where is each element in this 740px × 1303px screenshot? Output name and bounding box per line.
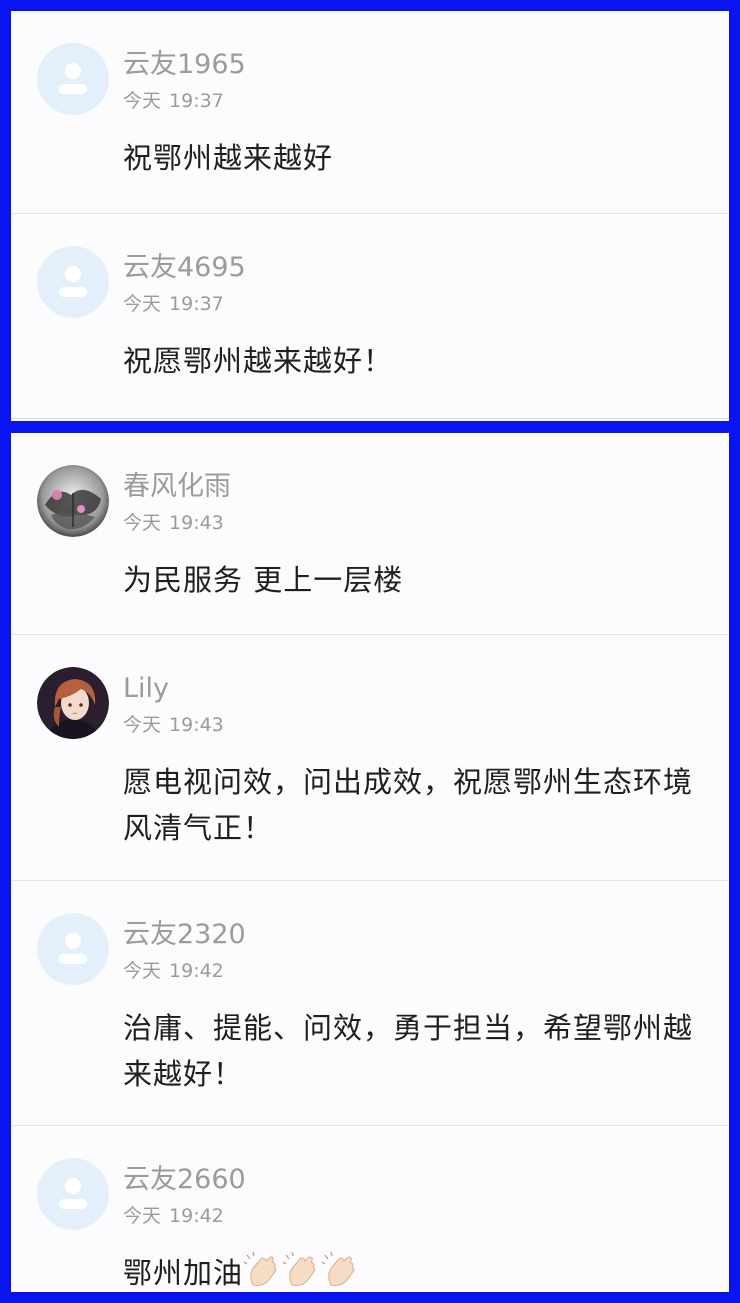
comment-item: 云友2320 今天 19:42 治庸、提能、问效，勇于担当，希望鄂州越来越好！ bbox=[11, 881, 729, 1126]
default-avatar-icon[interactable] bbox=[37, 246, 109, 318]
comment-timestamp: 今天 19:43 bbox=[123, 714, 224, 736]
comment-timestamp: 今天 19:42 bbox=[123, 1205, 224, 1227]
comment-timestamp: 今天 19:42 bbox=[123, 960, 224, 982]
clapping-hands-icon bbox=[243, 1251, 282, 1292]
default-avatar-icon[interactable] bbox=[37, 43, 109, 115]
comment-username[interactable]: 春风化雨 bbox=[123, 471, 231, 503]
clapping-hands-icon bbox=[282, 1251, 321, 1292]
comment-username[interactable]: Lily bbox=[123, 673, 169, 705]
comment-username[interactable]: 云友4695 bbox=[123, 252, 246, 284]
comment-item: Lily 今天 19:43 愿电视问效，问出成效，祝愿鄂州生态环境风清气正！ bbox=[11, 635, 729, 881]
comment-panel-top: 云友1965 今天 19:37 祝鄂州越来越好 云友4695 今天 19:37 祝愿… bbox=[11, 11, 729, 421]
anime-girl-avatar[interactable] bbox=[37, 667, 109, 739]
default-avatar-icon[interactable] bbox=[37, 913, 109, 985]
comment-item: 云友2660 今天 19:42 鄂州加油 bbox=[11, 1126, 729, 1292]
comment-username[interactable]: 云友2660 bbox=[123, 1164, 246, 1196]
comment-text: 祝鄂州越来越好 bbox=[123, 141, 334, 175]
comment-timestamp: 今天 19:43 bbox=[123, 512, 224, 534]
comment-text: 祝愿鄂州越来越好！ bbox=[123, 344, 394, 378]
comment-item: 云友4695 今天 19:37 祝愿鄂州越来越好！ bbox=[11, 214, 729, 419]
comment-panel-bottom: 春风化雨 今天 19:43 为民服务 更上一层楼 Lily 今天 19:43 愿电视… bbox=[11, 433, 729, 1292]
comment-text: 为民服务 更上一层楼 bbox=[123, 563, 404, 597]
comment-item: 春风化雨 今天 19:43 为民服务 更上一层楼 bbox=[11, 433, 729, 635]
comment-username[interactable]: 云友1965 bbox=[123, 49, 246, 81]
clapping-hands-icon bbox=[321, 1251, 360, 1292]
comment-text: 鄂州加油 bbox=[123, 1250, 699, 1292]
comment-timestamp: 今天 19:37 bbox=[123, 293, 224, 315]
comment-text: 愿电视问效，问出成效，祝愿鄂州生态环境风清气正！ bbox=[123, 765, 694, 845]
default-avatar-icon[interactable] bbox=[37, 1158, 109, 1230]
ink-painting-avatar[interactable] bbox=[37, 465, 109, 537]
comment-username[interactable]: 云友2320 bbox=[123, 919, 246, 951]
comment-timestamp: 今天 19:37 bbox=[123, 90, 224, 112]
comment-item: 云友1965 今天 19:37 祝鄂州越来越好 bbox=[11, 11, 729, 214]
comment-text: 治庸、提能、问效，勇于担当，希望鄂州越来越好！ bbox=[123, 1011, 694, 1091]
